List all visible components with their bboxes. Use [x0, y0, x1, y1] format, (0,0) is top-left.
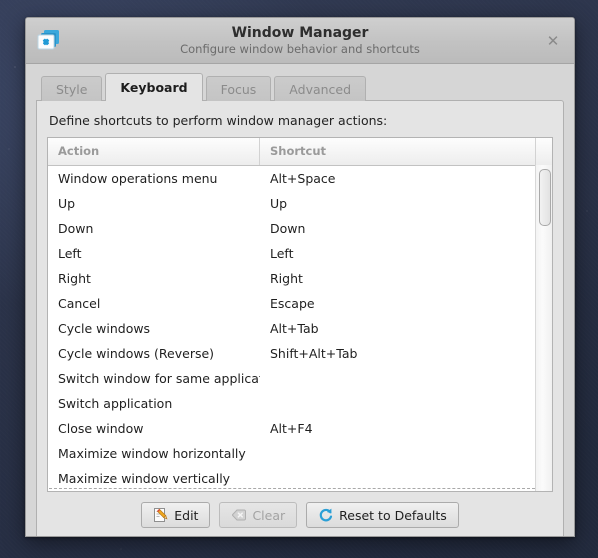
dialog-title: Window Manager	[231, 24, 369, 41]
cell-action: Window operations menu	[58, 171, 218, 186]
tab-label: Focus	[220, 82, 257, 97]
column-header-shortcut[interactable]: Shortcut	[260, 138, 536, 165]
scrollbar-thumb[interactable]	[539, 169, 551, 226]
shortcuts-table: Action Shortcut Window operations menu Al…	[47, 137, 553, 492]
shortcuts-table-body[interactable]: Window operations menu Alt+Space Up Up Down D…	[48, 166, 552, 491]
cell-action: Close window	[58, 421, 144, 436]
cell-shortcut: Left	[270, 246, 294, 261]
wallpaper-speck	[120, 548, 122, 550]
table-header-row: Action Shortcut	[48, 138, 552, 166]
cell-action: Cycle windows	[58, 321, 151, 336]
cell-shortcut: Escape	[270, 296, 315, 311]
tab-focus[interactable]: Focus	[205, 76, 272, 101]
refresh-icon	[318, 507, 334, 523]
vertical-scrollbar[interactable]	[535, 165, 552, 491]
window-stack-icon	[34, 25, 64, 55]
table-row[interactable]: Left Left	[48, 241, 552, 266]
tab-advanced[interactable]: Advanced	[274, 76, 367, 101]
cell-action: Down	[58, 221, 94, 236]
titlebar-close-button[interactable]: ✕	[542, 30, 564, 52]
edit-pencil-icon	[153, 507, 169, 523]
cell-shortcut: Alt+Tab	[270, 321, 319, 336]
column-header-spacer	[536, 138, 552, 165]
reset-to-defaults-button[interactable]: Reset to Defaults	[306, 502, 459, 528]
close-icon: ✕	[546, 31, 560, 50]
table-row[interactable]: Maximize window horizontally	[48, 441, 552, 466]
cell-shortcut: Alt+Space	[270, 171, 336, 186]
table-row[interactable]: Switch window for same application	[48, 366, 552, 391]
table-row[interactable]: Cycle windows Alt+Tab	[48, 316, 552, 341]
column-header-action[interactable]: Action	[48, 138, 260, 165]
table-row[interactable]: Right Right	[48, 266, 552, 291]
table-row[interactable]: Cancel Escape	[48, 291, 552, 316]
tab-label: Style	[56, 82, 88, 97]
wallpaper-speck	[586, 210, 588, 212]
cell-action: Maximize window horizontally	[58, 446, 246, 461]
window-manager-dialog: Window Manager Configure window behavior…	[25, 17, 575, 537]
table-row[interactable]: Window operations menu Alt+Space	[48, 166, 552, 191]
dialog-titlebar: Window Manager Configure window behavior…	[26, 18, 574, 64]
cell-shortcut: Alt+F4	[270, 421, 313, 436]
cell-action: Left	[58, 246, 82, 261]
page-description: Define shortcuts to perform window manag…	[49, 113, 388, 128]
cell-action: Switch application	[58, 396, 173, 411]
reset-button-label: Reset to Defaults	[339, 507, 447, 523]
cell-shortcut: Right	[270, 271, 303, 286]
table-rows-host: Window operations menu Alt+Space Up Up Down D…	[48, 166, 552, 491]
list-focus-indicator	[49, 488, 535, 489]
tab-bar: Style Keyboard Focus Advanced	[36, 72, 564, 101]
tab-label: Keyboard	[120, 80, 188, 95]
tab-style[interactable]: Style	[41, 76, 103, 101]
edit-button[interactable]: Edit	[141, 502, 211, 528]
cell-action: Switch window for same application	[58, 371, 260, 386]
shortcut-action-buttons: Edit Clear Reset to Defaults	[47, 492, 553, 536]
cell-shortcut: Down	[270, 221, 306, 236]
cell-action: Right	[58, 271, 91, 286]
wallpaper-speck	[14, 66, 16, 68]
table-row[interactable]: Up Up	[48, 191, 552, 216]
dialog-body: Style Keyboard Focus Advanced Define sho…	[26, 64, 574, 536]
dialog-subtitle: Configure window behavior and shortcuts	[180, 41, 420, 56]
edit-button-label: Edit	[174, 507, 199, 523]
cell-action: Cancel	[58, 296, 101, 311]
table-row[interactable]: Switch application	[48, 391, 552, 416]
cell-action: Maximize window vertically	[58, 471, 231, 486]
tab-keyboard[interactable]: Keyboard	[105, 73, 203, 101]
table-row[interactable]: Down Down	[48, 216, 552, 241]
table-row[interactable]: Cycle windows (Reverse) Shift+Alt+Tab	[48, 341, 552, 366]
title-block: Window Manager Configure window behavior…	[26, 24, 574, 58]
wallpaper-speck	[8, 148, 10, 150]
clear-button-label: Clear	[252, 507, 286, 523]
tab-label: Advanced	[289, 82, 352, 97]
table-row[interactable]: Close window Alt+F4	[48, 416, 552, 441]
clear-icon	[231, 507, 247, 523]
cell-action: Up	[58, 196, 76, 211]
cell-shortcut: Up	[270, 196, 288, 211]
keyboard-tab-page: Define shortcuts to perform window manag…	[36, 100, 564, 536]
cell-shortcut: Shift+Alt+Tab	[270, 346, 358, 361]
clear-button[interactable]: Clear	[219, 502, 298, 528]
cell-action: Cycle windows (Reverse)	[58, 346, 215, 361]
